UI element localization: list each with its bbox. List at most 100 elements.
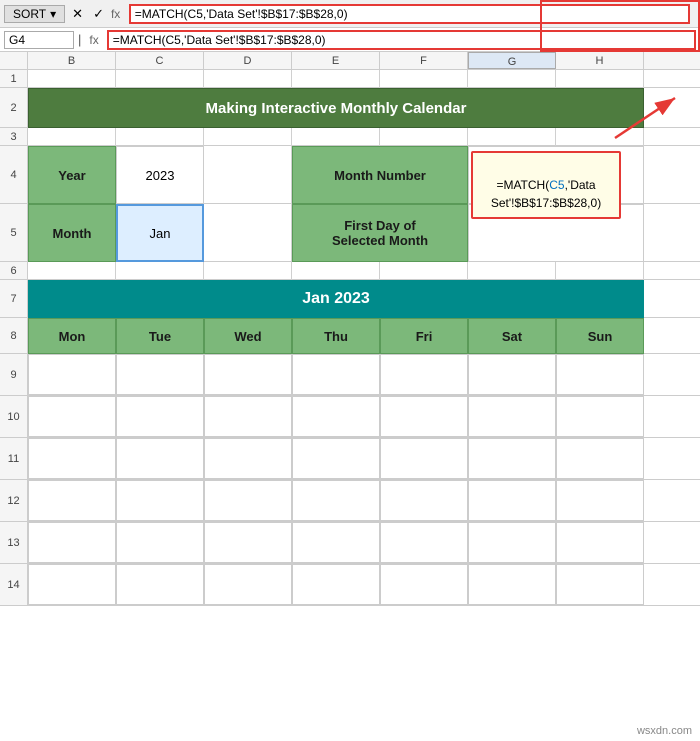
month-label-cell: Month bbox=[28, 204, 116, 262]
cal-cell-13e[interactable] bbox=[292, 522, 380, 563]
cal-cell-11h[interactable] bbox=[556, 438, 644, 479]
day-header-mon: Mon bbox=[28, 318, 116, 354]
month-value-cell[interactable]: Jan bbox=[116, 204, 204, 262]
cell-d6[interactable] bbox=[204, 262, 292, 280]
cal-cell-11g[interactable] bbox=[468, 438, 556, 479]
cell-h3[interactable] bbox=[556, 128, 644, 146]
cell-b3[interactable] bbox=[28, 128, 116, 146]
formula-bar-input[interactable] bbox=[107, 30, 696, 50]
cal-cell-11b[interactable] bbox=[28, 438, 116, 479]
row-num-10: 10 bbox=[0, 396, 28, 437]
day-header-wed: Wed bbox=[204, 318, 292, 354]
cell-f3[interactable] bbox=[380, 128, 468, 146]
year-value-cell[interactable]: 2023 bbox=[116, 146, 204, 204]
cal-cell-10b[interactable] bbox=[28, 396, 116, 437]
cell-c3[interactable] bbox=[116, 128, 204, 146]
month-number-label-cell: Month Number bbox=[292, 146, 468, 204]
cal-cell-11d[interactable] bbox=[204, 438, 292, 479]
cell-b6[interactable] bbox=[28, 262, 116, 280]
cal-cell-14f[interactable] bbox=[380, 564, 468, 605]
month-number-value-cell[interactable]: =MATCH(C5,'Data Set'!$B$17:$B$28,0) bbox=[468, 146, 644, 204]
row-7: 7 Jan 2023 bbox=[0, 280, 700, 318]
cal-cell-14g[interactable] bbox=[468, 564, 556, 605]
row-9: 9 bbox=[0, 354, 700, 396]
row-4: 4 Year 2023 Month Number =MATCH(C5,'Data… bbox=[0, 146, 700, 204]
cal-cell-13b[interactable] bbox=[28, 522, 116, 563]
row-8: 8 Mon Tue Wed Thu Fri Sat Sun bbox=[0, 318, 700, 354]
cell-b1[interactable] bbox=[28, 70, 116, 88]
cal-cell-12c[interactable] bbox=[116, 480, 204, 521]
col-header-f: F bbox=[380, 52, 468, 69]
confirm-button[interactable]: ✓ bbox=[90, 6, 107, 22]
cell-g3[interactable] bbox=[468, 128, 556, 146]
cell-d1[interactable] bbox=[204, 70, 292, 88]
cal-cell-13c[interactable] bbox=[116, 522, 204, 563]
sort-label: SORT bbox=[13, 7, 46, 21]
cal-cell-13g[interactable] bbox=[468, 522, 556, 563]
cal-cell-11c[interactable] bbox=[116, 438, 204, 479]
cell-f1[interactable] bbox=[380, 70, 468, 88]
cell-d5[interactable] bbox=[204, 204, 292, 262]
cal-cell-12e[interactable] bbox=[292, 480, 380, 521]
cell-c6[interactable] bbox=[116, 262, 204, 280]
cell-h6[interactable] bbox=[556, 262, 644, 280]
cal-cell-9g[interactable] bbox=[468, 354, 556, 395]
cell-d4[interactable] bbox=[204, 146, 292, 204]
cal-cell-13h[interactable] bbox=[556, 522, 644, 563]
cal-cell-11f[interactable] bbox=[380, 438, 468, 479]
cal-cell-10e[interactable] bbox=[292, 396, 380, 437]
cell-h1[interactable] bbox=[556, 70, 644, 88]
col-header-h: H bbox=[556, 52, 644, 69]
cal-cell-10h[interactable] bbox=[556, 396, 644, 437]
cal-cell-12b[interactable] bbox=[28, 480, 116, 521]
cal-cell-9b[interactable] bbox=[28, 354, 116, 395]
cal-cell-13d[interactable] bbox=[204, 522, 292, 563]
cal-cell-11e[interactable] bbox=[292, 438, 380, 479]
month-number-label: Month Number bbox=[334, 168, 426, 183]
cal-cell-9e[interactable] bbox=[292, 354, 380, 395]
cell-g6[interactable] bbox=[468, 262, 556, 280]
cal-cell-14h[interactable] bbox=[556, 564, 644, 605]
cal-cell-9d[interactable] bbox=[204, 354, 292, 395]
cell-d3[interactable] bbox=[204, 128, 292, 146]
cal-cell-9c[interactable] bbox=[116, 354, 204, 395]
first-day-value-cell[interactable] bbox=[468, 204, 644, 262]
cell-c1[interactable] bbox=[116, 70, 204, 88]
cal-cell-14e[interactable] bbox=[292, 564, 380, 605]
cell-f6[interactable] bbox=[380, 262, 468, 280]
cal-cell-9h[interactable] bbox=[556, 354, 644, 395]
cal-cell-10g[interactable] bbox=[468, 396, 556, 437]
cal-cell-10d[interactable] bbox=[204, 396, 292, 437]
cal-cell-10f[interactable] bbox=[380, 396, 468, 437]
row-num-14: 14 bbox=[0, 564, 28, 605]
row-num-3: 3 bbox=[0, 128, 28, 145]
row-num-11: 11 bbox=[0, 438, 28, 479]
row-12: 12 bbox=[0, 480, 700, 522]
formula-input[interactable] bbox=[129, 4, 690, 24]
cal-cell-9f[interactable] bbox=[380, 354, 468, 395]
row-10: 10 bbox=[0, 396, 700, 438]
cell-g1[interactable] bbox=[468, 70, 556, 88]
cell-e6[interactable] bbox=[292, 262, 380, 280]
cell-ref-input[interactable] bbox=[4, 31, 74, 49]
formula-bar: | fx bbox=[0, 28, 700, 52]
row-num-13: 13 bbox=[0, 522, 28, 563]
cal-cell-14c[interactable] bbox=[116, 564, 204, 605]
cal-cell-14d[interactable] bbox=[204, 564, 292, 605]
cal-cell-14b[interactable] bbox=[28, 564, 116, 605]
rows-container: 1 2 Making Interactive Monthly Calendar … bbox=[0, 70, 700, 741]
cal-cell-12d[interactable] bbox=[204, 480, 292, 521]
cal-cell-12g[interactable] bbox=[468, 480, 556, 521]
cal-cell-12h[interactable] bbox=[556, 480, 644, 521]
sort-dropdown[interactable]: SORT ▾ bbox=[4, 5, 65, 23]
cancel-button[interactable]: ✕ bbox=[69, 6, 86, 22]
fx-symbol: fx bbox=[85, 33, 102, 47]
cal-cell-12f[interactable] bbox=[380, 480, 468, 521]
cal-cell-13f[interactable] bbox=[380, 522, 468, 563]
formula-bar-area: fx bbox=[111, 4, 696, 24]
cell-e1[interactable] bbox=[292, 70, 380, 88]
cell-e3[interactable] bbox=[292, 128, 380, 146]
row-num-6: 6 bbox=[0, 262, 28, 279]
cal-cell-10c[interactable] bbox=[116, 396, 204, 437]
toolbar: SORT ▾ ✕ ✓ fx bbox=[0, 0, 700, 28]
